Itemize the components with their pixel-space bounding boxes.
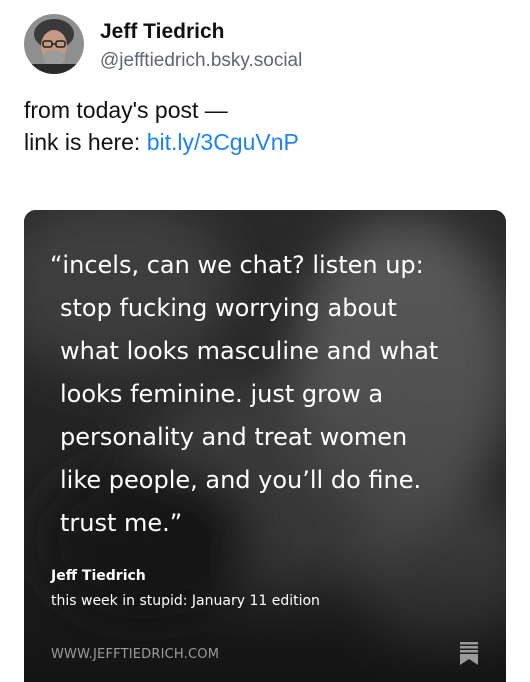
link-preview-card[interactable]: “incels, can we chat? listen up: stop fu… bbox=[24, 210, 506, 682]
quote-line-3: what looks masculine and what bbox=[60, 337, 439, 365]
post-link[interactable]: bit.ly/3CguVnP bbox=[147, 129, 299, 155]
quote-line-1: “incels, can we chat? listen up: bbox=[50, 251, 424, 279]
card-site-url[interactable]: WWW.JEFFTIEDRICH.COM bbox=[51, 647, 219, 662]
quote-line-6: like people, and you’ll do fine. bbox=[60, 466, 422, 494]
avatar-image bbox=[24, 14, 84, 74]
post-header: Jeff Tiedrich @jefftiedrich.bsky.social bbox=[24, 14, 504, 76]
card-quote: “incels, can we chat? listen up: stop fu… bbox=[50, 244, 490, 545]
post-link-prefix: link is here: bbox=[24, 129, 147, 155]
author-handle[interactable]: @jefftiedrich.bsky.social bbox=[100, 50, 302, 72]
quote-line-4: looks feminine. just grow a bbox=[60, 380, 384, 408]
author-name[interactable]: Jeff Tiedrich bbox=[100, 20, 224, 44]
card-author: Jeff Tiedrich bbox=[51, 568, 146, 584]
post-line-2: link is here: bit.ly/3CguVnP bbox=[24, 126, 504, 158]
post-text: from today's post — link is here: bit.ly… bbox=[24, 94, 504, 158]
quote-line-2: stop fucking worrying about bbox=[60, 294, 397, 322]
bookmark-icon[interactable] bbox=[458, 640, 480, 666]
post-line-1: from today's post — bbox=[24, 97, 228, 123]
card-edition: this week in stupid: January 11 edition bbox=[51, 593, 320, 609]
quote-line-7: trust me.” bbox=[60, 509, 183, 537]
quote-line-5: personality and treat women bbox=[60, 423, 408, 451]
avatar[interactable] bbox=[24, 14, 84, 74]
